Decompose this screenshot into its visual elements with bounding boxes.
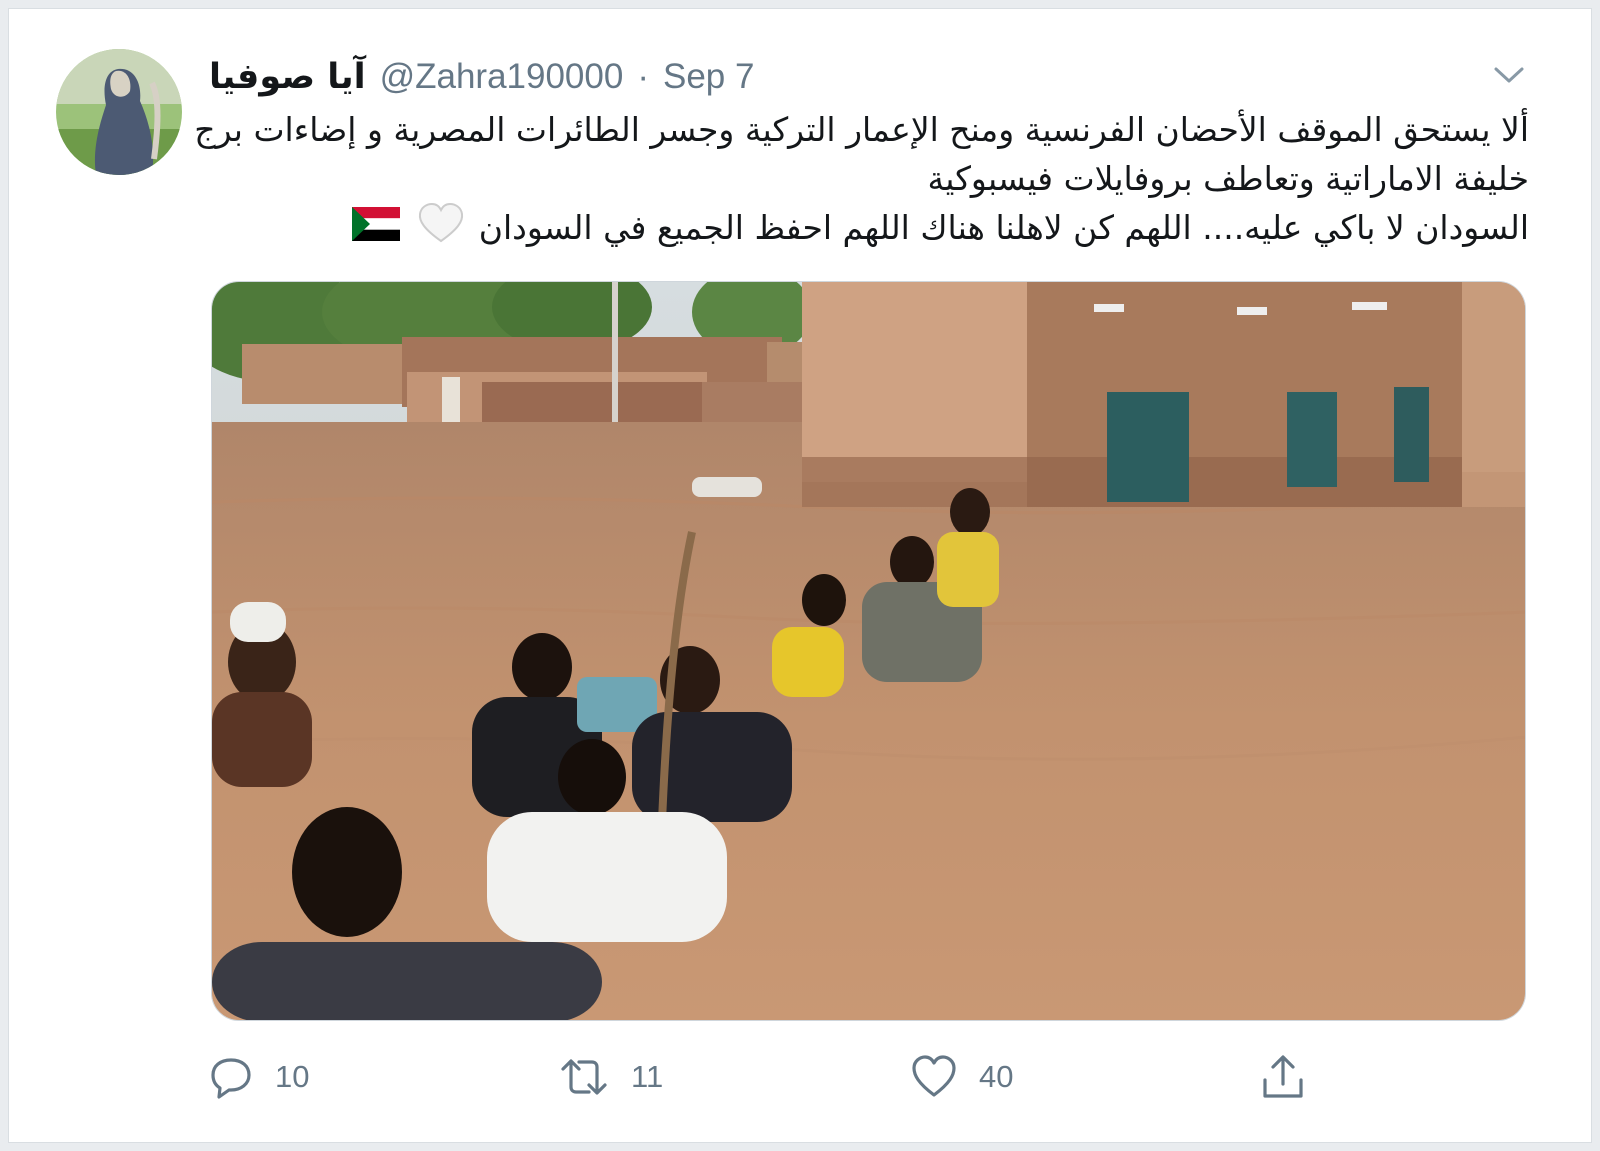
white-heart-icon [418, 202, 464, 256]
display-name[interactable]: آيا صوفيا [209, 57, 366, 97]
share-button[interactable] [1261, 1047, 1305, 1107]
tweet-text-line-3: السودان لا باكي عليه.... اللهم كن لاهلنا… [478, 208, 1529, 247]
flood-photo [212, 282, 1525, 1020]
sudan-flag-icon [351, 205, 400, 254]
separator-dot: · [637, 57, 649, 96]
like-count: 40 [979, 1059, 1014, 1094]
tweet-header: آيا صوفيا @Zahra190000 · Sep 7 [209, 49, 754, 105]
avatar-image [56, 49, 182, 175]
retweet-icon [561, 1059, 607, 1095]
avatar[interactable] [56, 49, 182, 175]
tweet-date[interactable]: Sep 7 [663, 57, 754, 97]
tweet-photo[interactable] [211, 281, 1526, 1021]
user-handle[interactable]: @Zahra190000 [380, 57, 624, 97]
tweet-text-line-1: ألا يستحق الموقف الأحضان الفرنسية ومنح ا… [194, 110, 1529, 149]
tweet-text-line-3-wrap: السودان لا باكي عليه.... اللهم كن لاهلنا… [209, 202, 1529, 256]
reply-icon [211, 1058, 251, 1099]
retweet-button[interactable]: 11 [559, 1047, 663, 1107]
tweet-text-line-2: خليفة الاماراتية وتعاطف بروفايلات فيسبوك… [927, 159, 1529, 198]
like-button[interactable]: 40 [911, 1047, 1013, 1107]
reply-count: 10 [275, 1059, 310, 1094]
retweet-count: 11 [631, 1059, 664, 1094]
reply-button[interactable]: 10 [209, 1047, 309, 1107]
chevron-down-icon[interactable] [1487, 57, 1531, 93]
share-icon [1263, 1055, 1303, 1098]
tweet-actions: 10 11 40 [209, 1047, 1529, 1107]
tweet-text: ألا يستحق الموقف الأحضان الفرنسية ومنح ا… [194, 105, 1529, 256]
heart-icon [912, 1055, 956, 1097]
tweet-card: آيا صوفيا @Zahra190000 · Sep 7 ألا يستحق… [8, 8, 1592, 1143]
